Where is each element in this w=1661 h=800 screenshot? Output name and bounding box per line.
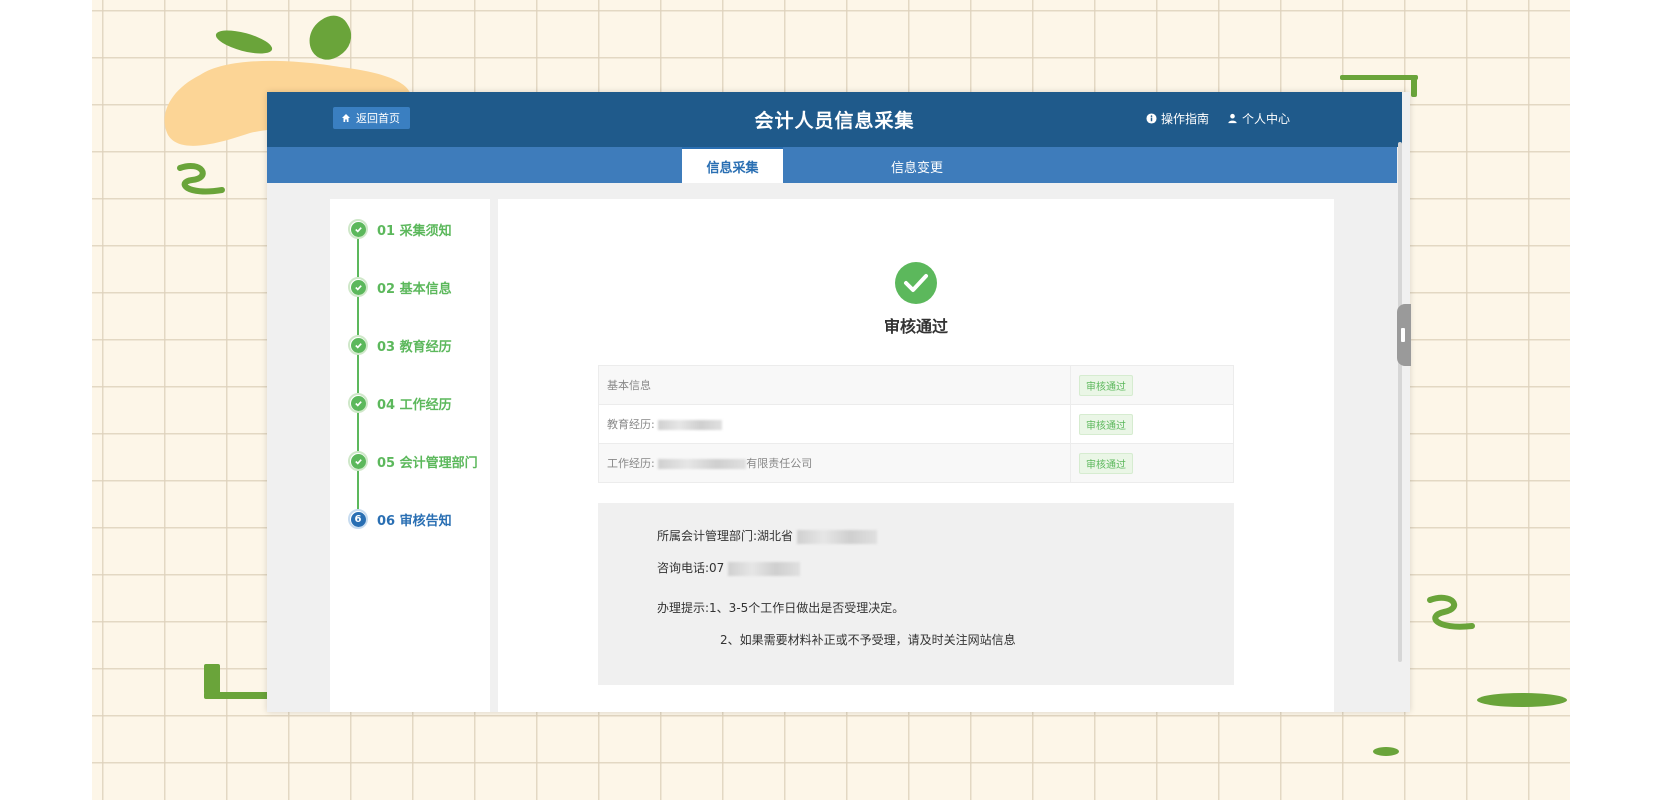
step-done-indicator [348,451,368,471]
phone-label: 咨询电话: [657,561,710,575]
step-item-management-dept[interactable]: 05 会计管理部门 [348,451,478,471]
review-status-title: 审核通过 [883,317,948,336]
redacted-text [658,459,747,469]
tab-info-change[interactable]: 信息变更 [857,149,977,183]
row-label: 基本信息 [598,365,1071,405]
table-row: 工作经历: 有限责任公司 审核通过 [598,443,1234,483]
step-item-work[interactable]: 04 工作经历 [348,393,452,413]
step-label: 01 采集须知 [377,223,452,239]
side-drawer-handle[interactable] [1397,304,1411,366]
step-item-basic-info[interactable]: 02 基本信息 [348,277,452,297]
step-done-indicator [348,335,368,355]
review-result-table: 基本信息 审核通过 教育经历: 审核通过 工作经历: 有限责任公司 审核通过 [598,365,1234,483]
step-item-notice[interactable]: 01 采集须知 [348,219,452,239]
check-icon [354,400,362,407]
step-done-indicator [348,277,368,297]
tip-1: 1、3-5个工作日做出是否受理决定。 [709,601,905,615]
table-row: 基本信息 审核通过 [598,365,1234,405]
leaf-decoration [1340,75,1418,80]
top-header: 返回首页 会计人员信息采集 操作指南 个人中心 [267,92,1402,147]
tab-bar: 信息采集 信息变更 [267,147,1397,183]
check-icon [354,342,362,349]
squiggle-decoration [177,163,225,195]
operation-guide-link[interactable]: 操作指南 [1146,110,1209,127]
tips-line: 办理提示:1、3-5个工作日做出是否受理决定。 [657,599,904,616]
step-label: 02 基本信息 [377,281,452,297]
dept-line: 所属会计管理部门:湖北省 [657,527,877,544]
squiggle-decoration [1427,594,1475,630]
info-panel: 所属会计管理部门:湖北省 咨询电话:07 办理提示:1、3-5个工作日做出是否受… [598,503,1234,685]
step-current-indicator: 6 [348,509,368,529]
step-label: 06 审核告知 [377,513,452,529]
step-item-education[interactable]: 03 教育经历 [348,335,452,355]
step-number: 6 [350,511,366,527]
dept-label: 所属会计管理部门: [657,529,758,543]
row-label: 教育经历: [598,404,1071,444]
check-circle-icon [895,262,937,304]
redacted-text [796,529,877,544]
status-badge: 审核通过 [1079,452,1133,474]
tab-info-collection[interactable]: 信息采集 [682,147,783,183]
operation-guide-label: 操作指南 [1160,112,1209,126]
tips-label: 办理提示: [657,601,710,615]
step-label: 04 工作经历 [377,397,452,413]
step-item-review-notice[interactable]: 6 06 审核告知 [348,509,452,529]
step-connector-line [357,229,359,519]
header-links: 操作指南 个人中心 [1146,110,1290,127]
step-label: 03 教育经历 [377,339,452,355]
leaf-decoration [1411,75,1417,97]
redacted-text [728,561,801,576]
tip-2: 2、如果需要材料补正或不予受理，请及时关注网站信息 [720,633,1016,647]
step-done-indicator [348,219,368,239]
check-icon [354,284,362,291]
dept-value: 湖北省 [757,529,794,543]
step-sidebar: 01 采集须知 02 基本信息 03 教育经历 04 工作经历 05 会计管理部… [330,199,490,712]
personal-center-link[interactable]: 个人中心 [1227,110,1290,127]
status-badge: 审核通过 [1079,374,1133,396]
phone-line: 咨询电话:07 [657,559,801,576]
row-label: 工作经历: 有限责任公司 [598,443,1071,483]
step-label: 05 会计管理部门 [377,455,478,471]
main-content: 审核通过 基本信息 审核通过 教育经历: 审核通过 工作经历: 有限责任公司 审… [498,199,1334,712]
leaf-decoration [1477,693,1567,707]
check-icon [354,226,362,233]
redacted-text [658,420,723,430]
scrollbar-track[interactable] [1398,142,1402,662]
info-icon [1146,113,1157,124]
check-icon [354,458,362,465]
leaf-decoration [1373,747,1399,756]
step-done-indicator [348,393,368,413]
phone-value: 07 [709,561,725,575]
status-badge: 审核通过 [1079,413,1133,435]
leaf-decoration [204,664,220,694]
user-icon [1228,113,1237,124]
handle-grip [1401,328,1405,342]
app-window: 返回首页 会计人员信息采集 操作指南 个人中心 信息采集 信息变更 01 采集须… [267,92,1410,712]
table-row: 教育经历: 审核通过 [598,404,1234,444]
personal-center-label: 个人中心 [1241,112,1290,126]
